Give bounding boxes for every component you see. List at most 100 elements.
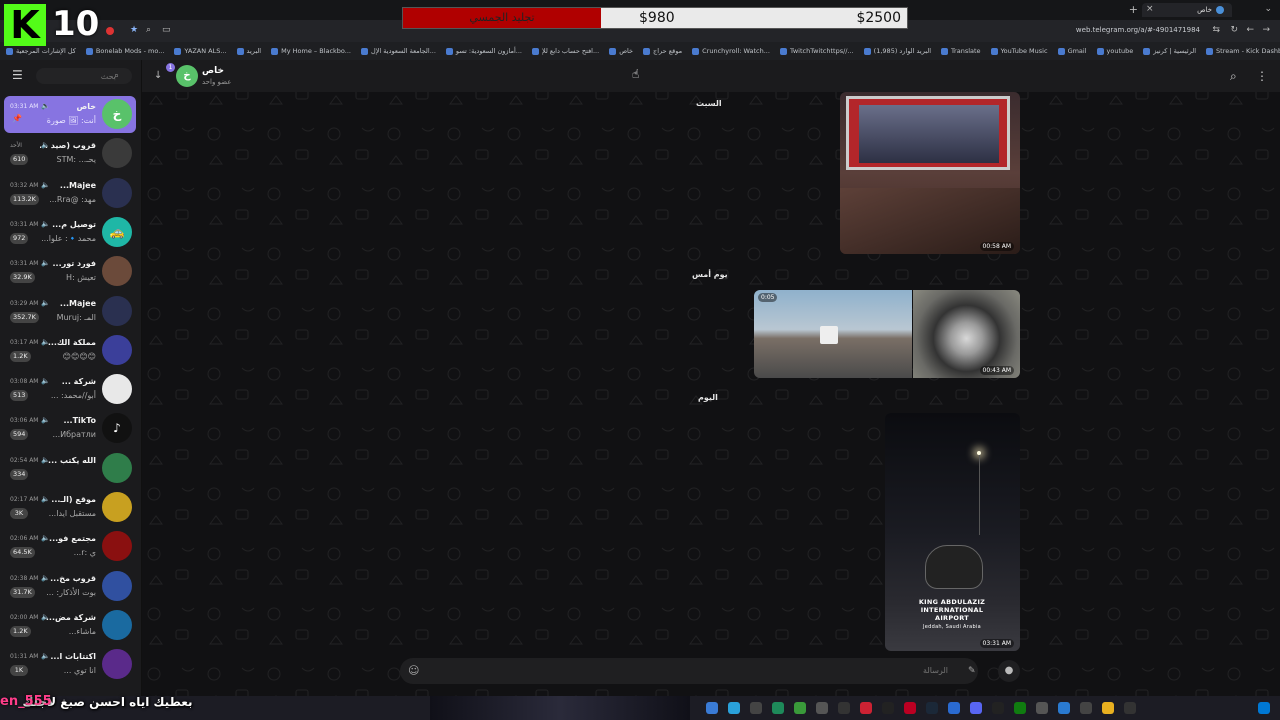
taskbar-app-icon[interactable] (816, 702, 828, 714)
start-icon[interactable] (1258, 702, 1270, 714)
bookmark-item[interactable]: البريد الوارد (1,985) (863, 47, 931, 55)
chat-list-item[interactable]: مجتمع فو... 🔈 02:06 AM ي :r... 64.5K (4, 528, 136, 565)
chat-list-item[interactable]: شركة ... 🔈 03:08 AM أبو//محمد: ... 513 (4, 371, 136, 408)
reload-icon[interactable]: ↻ (1230, 24, 1238, 36)
muted-icon: 🔈 (41, 416, 50, 425)
chat-header[interactable]: ↓ 1 خ خاص عضو واحد ⌕ ⋮ (142, 60, 1280, 92)
photo-content (846, 96, 1010, 170)
chat-preview: بوت الأذكار: ... (46, 587, 96, 597)
mouse-cursor-icon: ☝ (632, 67, 640, 81)
photo-message[interactable]: 00:58 AM (840, 92, 1020, 254)
bookmark-item[interactable]: Crunchyroll: Watch... (692, 47, 770, 55)
chat-list-item[interactable]: فورد تور... 🔈 03:31 AM تعيش :H 32.9K (4, 253, 136, 290)
forward-icon[interactable]: → (1262, 24, 1270, 36)
chat-list-item[interactable]: اكتتابات ا... 🔈 01:31 AM انا توي ... 1K (4, 646, 136, 683)
discord-taskbar-icon[interactable] (970, 702, 982, 714)
chat-list-item[interactable]: خ خاص 🔈 03:31 AM أنت: 🖼 صورة 📌 (4, 96, 136, 133)
bookmark-label: البريد (246, 47, 262, 55)
back-icon[interactable]: ← (1246, 24, 1254, 36)
close-tab-icon[interactable]: × (1146, 3, 1154, 15)
bookmark-item[interactable]: افتح حساب دابع للإ... (531, 47, 599, 55)
scroll-down-arrow-icon[interactable]: ↓ (154, 69, 162, 83)
search-chat-icon[interactable]: ⌕ (1230, 69, 1237, 83)
chat-list-item[interactable]: قروب مخ... 🔈 02:38 AM بوت الأذكار: ... 31.7K (4, 568, 136, 605)
attach-icon[interactable]: ✎ (968, 663, 976, 679)
chat-list-item[interactable]: قروب (صيد ... 🔈 الأحد يحـ... :STM 610 (4, 135, 136, 172)
bookmark-item[interactable]: Stream - Kick Dashb... (1206, 47, 1280, 55)
message-composer: ☺ ✎ (400, 658, 978, 684)
taskbar-app-icon[interactable] (1036, 702, 1048, 714)
taskbar-app-icon[interactable] (1124, 702, 1136, 714)
bookmark-item[interactable]: YAZAN ALS... (174, 47, 227, 55)
video-thumbnail[interactable]: 0:05 (754, 290, 912, 378)
chat-list-item[interactable]: شركة مض... 🔈 02:00 AM ماشاء... 1.2K (4, 607, 136, 644)
chat-preview (38, 469, 96, 480)
wheel-photo[interactable] (913, 290, 1020, 378)
menu-icon[interactable]: ☰ (12, 68, 23, 82)
album-message[interactable]: 0:05 00:43 AM (754, 290, 1020, 378)
chat-list-item[interactable]: موقع (الـ... 🔈 02:17 AM مستقبل ايدا... 3K (4, 489, 136, 526)
taskbar-app-icon[interactable] (706, 702, 718, 714)
tab-active[interactable]: خاص × (1142, 3, 1232, 17)
chat-list-item[interactable]: الله يكتب ... 🔈 02:54 AM 334 (4, 450, 136, 487)
chat-preview: ماشاء... (68, 626, 96, 636)
chat-list-item[interactable]: ♪ TikTo... 🔈 03:06 AM Ибратли... 594 (4, 410, 136, 447)
peer-name[interactable]: خاص (202, 65, 224, 77)
file-explorer-icon[interactable] (1102, 702, 1114, 714)
taskbar-app-icon[interactable] (882, 702, 894, 714)
muted-icon: 🔈 (41, 534, 50, 543)
message-input[interactable] (430, 663, 960, 679)
bookmark-item[interactable]: Translate (941, 47, 981, 55)
taskbar-app-icon[interactable] (948, 702, 960, 714)
bookmark-star-icon[interactable]: ★ (130, 24, 138, 36)
emoji-icon[interactable]: ☺ (408, 663, 419, 679)
steam-taskbar-icon[interactable] (926, 702, 938, 714)
taskbar-app-icon[interactable] (794, 702, 806, 714)
bookmark-item[interactable]: YouTube Music (990, 47, 1048, 55)
xbox-taskbar-icon[interactable] (1014, 702, 1026, 714)
chat-list-item[interactable]: 🚕 توصيل م... 🔈 03:31 AM محمد🔹: علوا... 972 (4, 214, 136, 251)
mic-icon[interactable]: ● (998, 660, 1020, 682)
chat-avatar (102, 649, 132, 680)
more-options-icon[interactable]: ⋮ (1256, 69, 1268, 83)
zoom-icon[interactable]: ⌕ (146, 24, 151, 36)
taskbar-app-icon[interactable] (750, 702, 762, 714)
video-message[interactable]: KING ABDULAZIZ INTERNATIONAL AIRPORT Jed… (885, 413, 1020, 651)
taskbar-app-icon[interactable] (904, 702, 916, 714)
taskbar-app-icon[interactable] (838, 702, 850, 714)
muted-icon: 🔈 (41, 180, 50, 189)
bookmark-item[interactable]: youtube (1096, 47, 1133, 55)
taskbar-app-icon[interactable] (772, 702, 784, 714)
bookmark-favicon-icon (863, 47, 871, 55)
taskbar-app-icon[interactable] (1058, 702, 1070, 714)
bookmark-item[interactable]: موقع حراج (643, 47, 682, 55)
chat-list-item[interactable]: Majee... 🔈 03:32 AM مهد: @Rra... 113.2K (4, 175, 136, 212)
bookmark-item[interactable]: كل الإشارات المرجعية (6, 47, 76, 55)
bookmark-item[interactable]: البريد (236, 47, 262, 55)
translate-icon[interactable]: ⇆ (1212, 24, 1220, 36)
new-tab-icon[interactable]: + (1129, 3, 1138, 16)
taskbar-app-icon[interactable] (860, 702, 872, 714)
sidebar-header: ☰ ⌕ (0, 60, 142, 92)
bookmark-item[interactable]: أمازون السعودية: تسو... (445, 47, 522, 55)
bookmark-item[interactable]: Bonelab Mods - mo... (85, 47, 164, 55)
bookmark-item[interactable]: TwitchTwitchttps//... (779, 47, 854, 55)
taskbar-app-icon[interactable] (1080, 702, 1092, 714)
chat-list-item[interactable]: مملكة الك... 🔈 03:17 AM 😊😊😊😊 1.2K (4, 332, 136, 369)
bookmark-item[interactable]: Gmail (1057, 47, 1087, 55)
chat-preview: مستقبل ايدا... (48, 509, 96, 518)
bookmark-favicon-icon (692, 47, 700, 55)
chat-list-item[interactable]: Majee... 🔈 03:29 AM المـ :Muruj 352.7K (4, 293, 136, 330)
tab-search-icon[interactable]: ⌄ (1264, 3, 1272, 16)
bookmark-item[interactable]: الرئيسية | كرنيز (1143, 47, 1196, 55)
cast-icon[interactable]: ▭ (162, 24, 171, 36)
bookmark-label: الرئيسية | كرنيز (1153, 47, 1197, 55)
peer-avatar[interactable]: خ (176, 65, 198, 87)
bookmark-item[interactable]: الجامعة السعودية الإل... (360, 47, 436, 55)
bookmark-item[interactable]: خاص (609, 47, 633, 55)
muted-icon: 🔈 (41, 141, 50, 150)
obs-taskbar-icon[interactable] (992, 702, 1004, 714)
bookmark-item[interactable]: My Home – Blackbo... (271, 47, 351, 55)
chat-time: 01:31 AM (10, 653, 39, 661)
telegram-taskbar-icon[interactable] (728, 702, 740, 714)
